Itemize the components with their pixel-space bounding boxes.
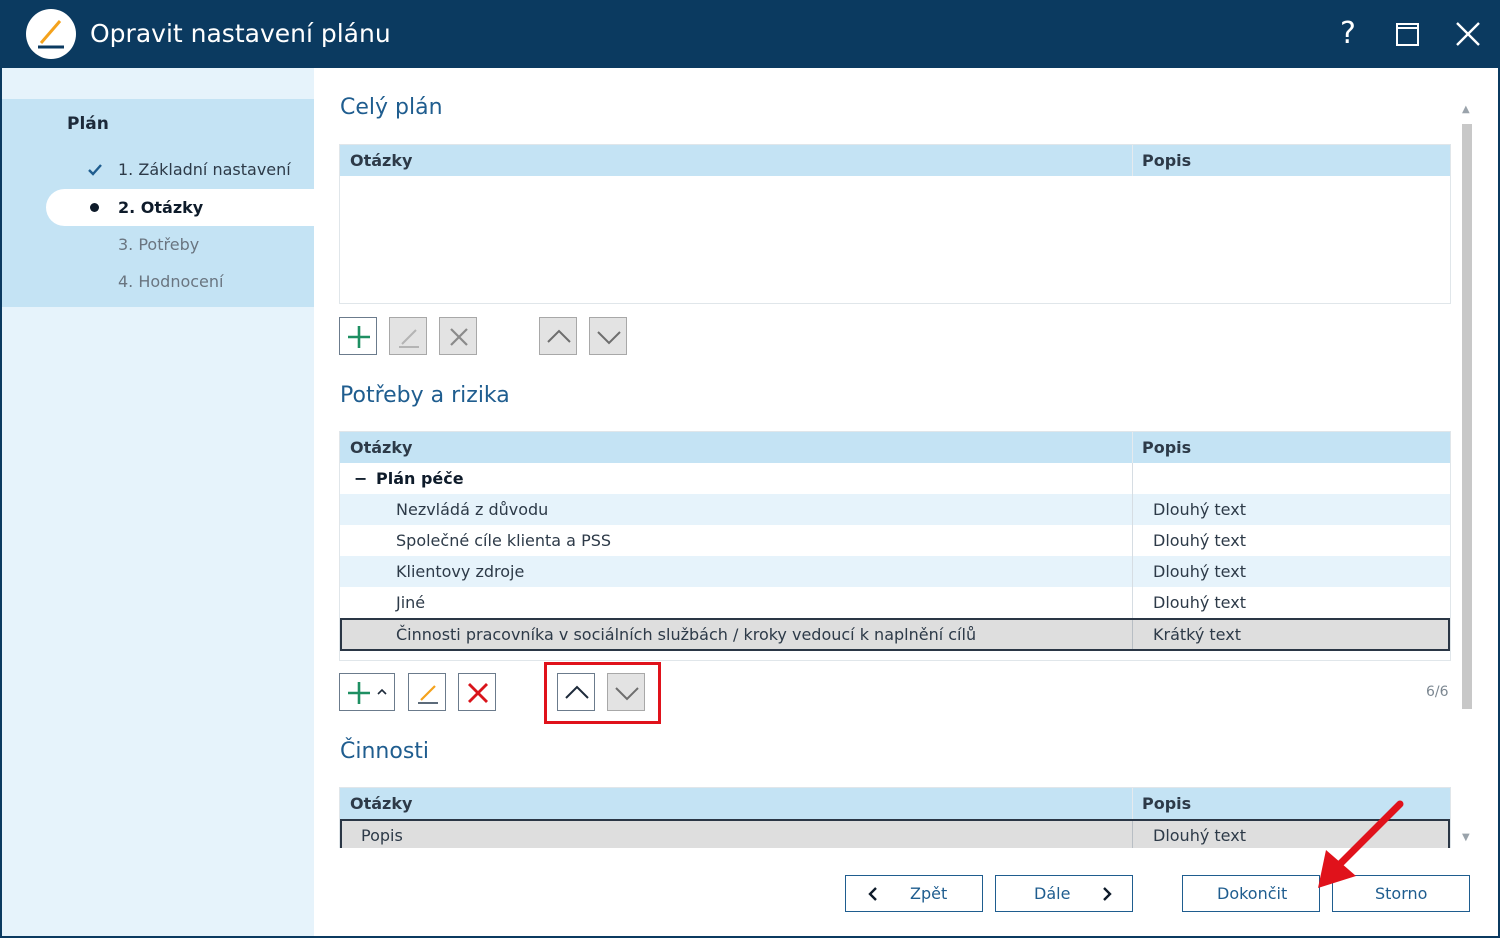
chevron-right-icon — [1103, 887, 1112, 901]
table-row[interactable]: Společné cíle klienta a PSS Dlouhý text — [340, 525, 1450, 556]
finish-label: Dokončit — [1217, 884, 1288, 903]
column-header-questions[interactable]: Otázky — [350, 794, 412, 813]
sidebar-item-needs[interactable]: 3. Potřeby — [118, 235, 199, 254]
column-header-description[interactable]: Popis — [1142, 151, 1191, 170]
chevron-down-icon — [597, 331, 621, 345]
title-bar: Opravit nastavení plánu ? — [0, 0, 1500, 68]
table-row-selected[interactable]: Činnosti pracovníka v sociálních službác… — [340, 618, 1450, 651]
question-cell: Společné cíle klienta a PSS — [396, 531, 612, 550]
chevron-up-icon — [547, 329, 571, 343]
section-title-whole-plan: Celý plán — [340, 95, 443, 120]
add-dropdown-button[interactable] — [339, 673, 395, 711]
description-cell: Dlouhý text — [1153, 562, 1246, 581]
table-row[interactable]: Jiné Dlouhý text — [340, 587, 1450, 618]
scroll-down-arrow-icon[interactable]: ▼ — [1462, 832, 1470, 843]
section-title-activities: Činnosti — [340, 739, 430, 764]
column-header-description[interactable]: Popis — [1142, 438, 1191, 457]
back-label: Zpět — [910, 884, 948, 903]
move-up-button[interactable] — [539, 317, 577, 355]
description-cell: Dlouhý text — [1153, 500, 1246, 519]
question-cell: Klientovy zdroje — [396, 562, 525, 581]
sidebar-item-questions[interactable]: 2. Otázky — [118, 198, 203, 217]
table-row[interactable]: Klientovy zdroje Dlouhý text — [340, 556, 1450, 587]
current-step-dot-icon — [90, 203, 99, 212]
pencil-icon — [418, 685, 438, 704]
table-header: Otázky Popis — [340, 145, 1450, 176]
close-button[interactable] — [1448, 14, 1488, 54]
pencil-icon — [399, 329, 419, 348]
scrollbar-thumb[interactable] — [1462, 124, 1472, 709]
next-button[interactable]: Dále — [995, 875, 1133, 912]
description-cell: Dlouhý text — [1153, 826, 1246, 845]
description-cell: Dlouhý text — [1153, 531, 1246, 550]
question-cell: Nezvládá z důvodu — [396, 500, 549, 519]
next-label: Dále — [1034, 884, 1071, 903]
group-label: Plán péče — [376, 469, 464, 488]
edit-button[interactable] — [389, 317, 427, 355]
scroll-up-arrow-icon[interactable]: ▲ — [1462, 104, 1470, 115]
maximize-icon — [1396, 23, 1419, 46]
column-header-questions[interactable]: Otázky — [350, 151, 412, 170]
highlight-annotation-box — [544, 662, 661, 724]
sidebar-item-basic-settings[interactable]: 1. Základní nastavení — [118, 160, 291, 179]
column-header-questions[interactable]: Otázky — [350, 438, 412, 457]
question-cell: Jiné — [396, 593, 426, 612]
record-counter: 6/6 — [1426, 684, 1449, 700]
red-arrow-annotation-icon — [1318, 800, 1404, 888]
finish-button[interactable]: Dokončit — [1182, 875, 1320, 912]
section-title-needs-risks: Potřeby a rizika — [340, 383, 510, 408]
help-button[interactable]: ? — [1328, 14, 1368, 54]
back-button[interactable]: Zpět — [845, 875, 983, 912]
description-cell: Dlouhý text — [1153, 593, 1246, 612]
column-header-description[interactable]: Popis — [1142, 794, 1191, 813]
table-header: Otázky Popis — [340, 788, 1450, 819]
app-logo-icon — [26, 9, 76, 59]
group-row-care-plan[interactable]: − Plán péče — [340, 463, 1450, 494]
whole-plan-table: Otázky Popis — [339, 144, 1451, 304]
checkmark-icon — [88, 164, 102, 176]
add-button[interactable] — [339, 317, 377, 355]
maximize-button[interactable] — [1388, 14, 1428, 54]
needs-risks-table: Otázky Popis − Plán péče Nezvládá z důvo… — [339, 431, 1451, 661]
edit-button[interactable] — [408, 673, 446, 711]
sidebar-heading: Plán — [67, 114, 109, 134]
close-icon — [1456, 22, 1480, 46]
collapse-toggle-icon[interactable]: − — [354, 469, 367, 488]
question-cell: Popis — [361, 826, 403, 845]
window-title: Opravit nastavení plánu — [90, 19, 391, 48]
sidebar-item-evaluation[interactable]: 4. Hodnocení — [118, 272, 223, 291]
plus-icon — [348, 326, 370, 348]
chevron-left-icon — [868, 887, 877, 901]
move-down-button[interactable] — [589, 317, 627, 355]
delete-button[interactable] — [439, 317, 477, 355]
plus-icon — [348, 682, 387, 704]
table-header: Otázky Popis — [340, 432, 1450, 463]
delete-x-icon — [468, 683, 488, 703]
delete-button[interactable] — [458, 673, 496, 711]
table-row[interactable]: Nezvládá z důvodu Dlouhý text — [340, 494, 1450, 525]
description-cell: Krátký text — [1153, 625, 1241, 644]
delete-x-icon — [450, 328, 468, 346]
question-cell: Činnosti pracovníka v sociálních službác… — [396, 625, 977, 644]
